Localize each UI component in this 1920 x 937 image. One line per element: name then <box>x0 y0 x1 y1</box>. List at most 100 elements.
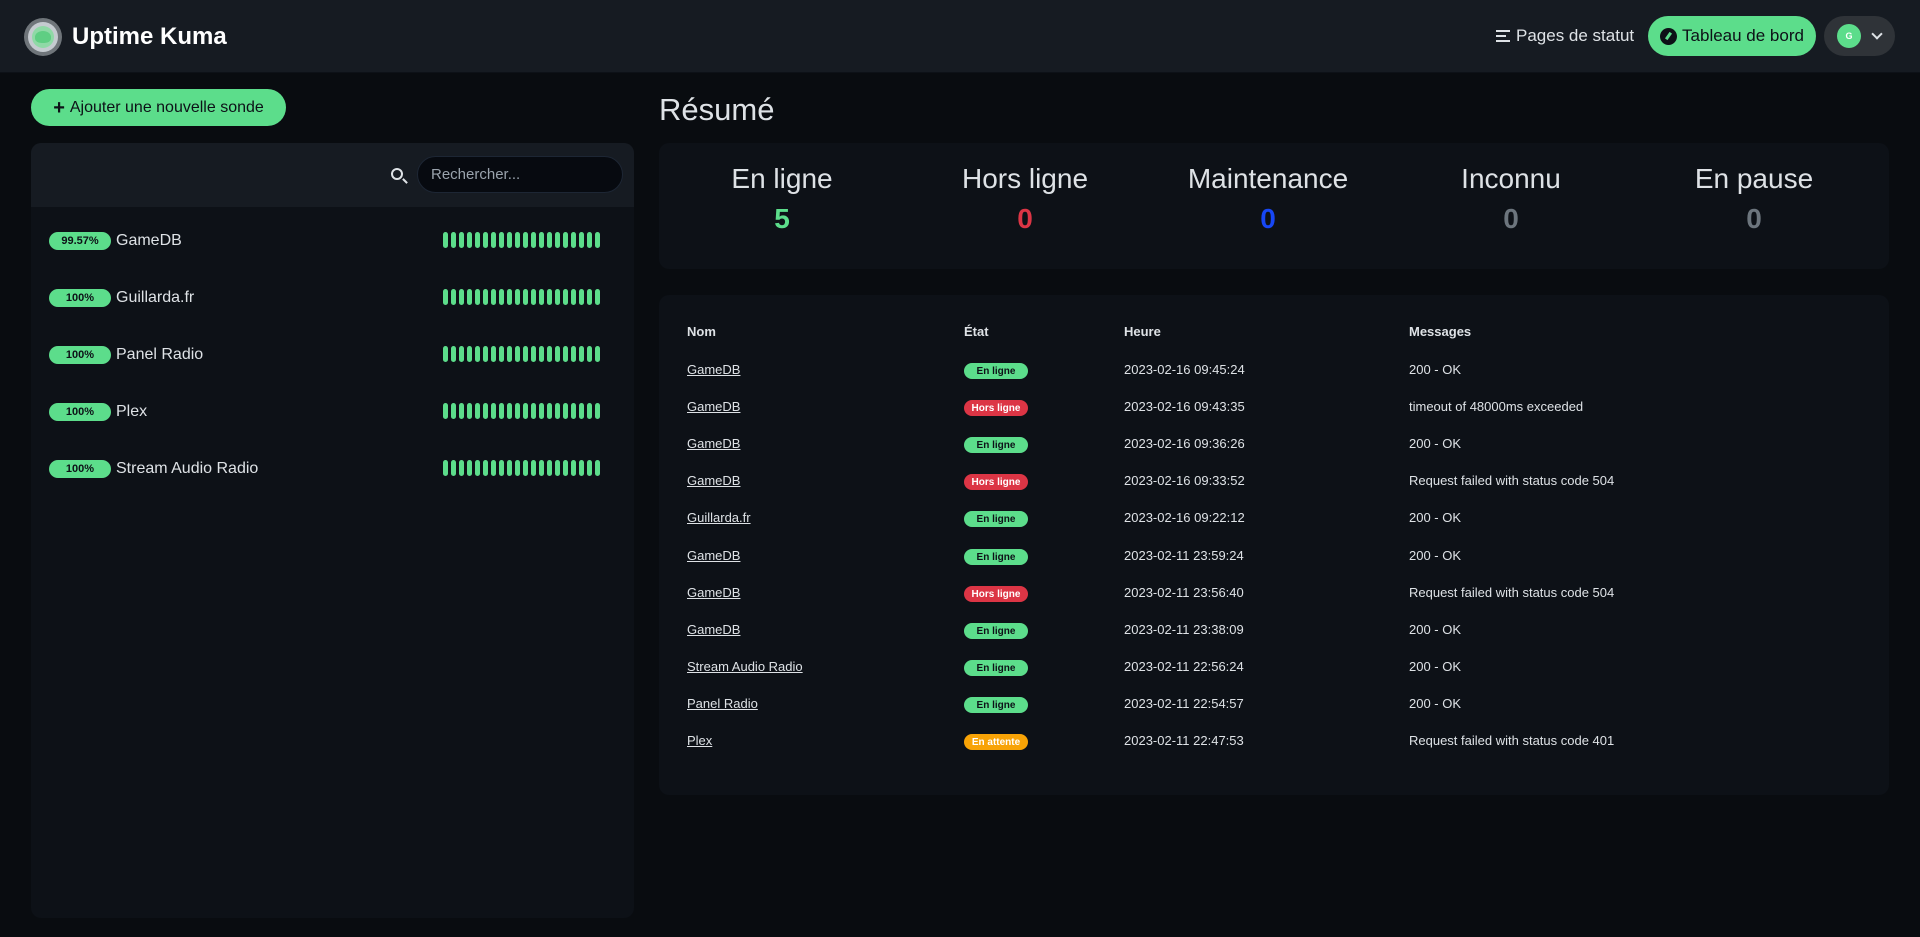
event-message: timeout of 48000ms exceeded <box>1409 399 1584 414</box>
table-row: Plex En attente 2023-02-11 22:47:53 Request… <box>0 731 1920 751</box>
summary-stat: Inconnu 0 <box>1388 163 1634 235</box>
heartbeat-beat <box>475 232 480 248</box>
uptime-kuma-logo-icon <box>24 18 62 56</box>
summary-stat: Maintenance 0 <box>1145 163 1391 235</box>
heartbeat-bar <box>443 232 603 248</box>
monitor-link[interactable]: GameDB <box>687 585 740 600</box>
event-time: 2023-02-11 23:38:09 <box>1124 622 1244 637</box>
status-badge: En ligne <box>964 623 1028 639</box>
heartbeat-bar <box>443 289 603 305</box>
status-pages-link[interactable]: Pages de statut <box>1496 24 1634 48</box>
summary-stat: En ligne 5 <box>659 163 905 235</box>
avatar: G <box>1837 24 1861 48</box>
heartbeat-beat <box>459 289 464 305</box>
monitor-link[interactable]: GameDB <box>687 399 740 414</box>
monitor-list-panel: 99.57%GameDB100%Guillarda.fr100%Panel Ra… <box>31 143 634 918</box>
table-row: Guillarda.fr En ligne 2023-02-16 09:22:12 2… <box>0 508 1920 528</box>
heartbeat-beat <box>499 232 504 248</box>
heartbeat-beat <box>587 289 592 305</box>
heartbeat-beat <box>467 289 472 305</box>
summary-card: En ligne 5 Hors ligne 0 Maintenance 0 Inconnu 0… <box>659 143 1889 269</box>
monitor-search-bar <box>31 143 634 207</box>
heartbeat-beat <box>523 232 528 248</box>
status-pages-label: Pages de statut <box>1516 26 1635 45</box>
event-time: 2023-02-11 22:54:57 <box>1124 696 1244 711</box>
summary-stat-label: Maintenance <box>1187 163 1349 194</box>
event-message: 200 - OK <box>1409 436 1462 451</box>
monitor-link[interactable]: Guillarda.fr <box>687 510 751 525</box>
heartbeat-beat <box>483 232 488 248</box>
summary-stat-value: 0 <box>1503 203 1519 234</box>
table-row: Stream Audio Radio En ligne 2023-02-11 22:… <box>0 657 1920 677</box>
table-row: GameDB En ligne 2023-02-16 09:36:26 200 - O… <box>0 434 1920 454</box>
monitor-link[interactable]: GameDB <box>687 473 740 488</box>
monitor-link[interactable]: GameDB <box>687 436 740 451</box>
column-header-message: Messages <box>1409 324 1472 339</box>
status-badge: En ligne <box>964 697 1028 713</box>
heartbeat-beat <box>587 232 592 248</box>
status-badge: En ligne <box>964 363 1028 379</box>
summary-stat-label: En ligne <box>731 163 833 194</box>
summary-stat-value: 5 <box>774 203 790 234</box>
heartbeat-beat <box>451 232 456 248</box>
heartbeat-beat <box>451 289 456 305</box>
status-badge: En attente <box>964 734 1028 750</box>
heartbeat-beat <box>563 289 568 305</box>
monitor-item[interactable]: 100% Guillarda.fr <box>49 287 619 309</box>
monitor-link[interactable]: GameDB <box>687 622 740 637</box>
heartbeat-beat <box>443 232 448 248</box>
status-badge: En ligne <box>964 511 1028 527</box>
heartbeat-beat <box>563 232 568 248</box>
monitor-name: GameDB <box>116 232 182 249</box>
profile-dropdown[interactable]: G <box>1824 16 1895 56</box>
search-input[interactable] <box>417 156 623 193</box>
status-badge: En ligne <box>964 437 1028 453</box>
brand-link[interactable]: Uptime Kuma <box>24 18 227 56</box>
heartbeat-beat <box>547 289 552 305</box>
table-row: GameDB Hors ligne 2023-02-16 09:33:52 Reque… <box>0 471 1920 491</box>
table-row: GameDB Hors ligne 2023-02-11 23:56:40 Reque… <box>0 583 1920 603</box>
summary-stat-label: Hors ligne <box>961 163 1089 194</box>
event-message: 200 - OK <box>1409 659 1462 674</box>
app-title: Uptime Kuma <box>72 23 227 50</box>
page-title: Résumé <box>659 92 775 127</box>
summary-stat: Hors ligne 0 <box>902 163 1148 235</box>
monitor-link[interactable]: GameDB <box>687 548 740 563</box>
column-header-state: État <box>964 324 989 339</box>
monitor-link[interactable]: GameDB <box>687 362 740 377</box>
monitor-link[interactable]: Panel Radio <box>687 696 758 711</box>
table-row: GameDB En ligne 2023-02-11 23:59:24 200 - O… <box>0 546 1920 566</box>
heartbeat-beat <box>491 232 496 248</box>
column-header-time: Heure <box>1124 324 1161 339</box>
status-badge: Hors ligne <box>964 474 1028 490</box>
heartbeat-beat <box>555 232 560 248</box>
monitor-link[interactable]: Plex <box>687 733 712 748</box>
summary-stat-label: En pause <box>1694 163 1814 194</box>
monitor-link[interactable]: Stream Audio Radio <box>687 659 803 674</box>
heartbeat-beat <box>539 289 544 305</box>
event-message: Request failed with status code 504 <box>1409 473 1615 488</box>
summary-stat: En pause 0 <box>1631 163 1877 235</box>
heartbeat-beat <box>579 232 584 248</box>
table-row: Panel Radio En ligne 2023-02-11 22:54:57 20… <box>0 694 1920 714</box>
monitor-item[interactable]: 99.57% GameDB <box>49 230 619 252</box>
add-monitor-button[interactable]: + Ajouter une nouvelle sonde <box>31 89 286 126</box>
heartbeat-beat <box>443 289 448 305</box>
list-icon <box>1496 27 1510 45</box>
event-message: 200 - OK <box>1409 622 1462 637</box>
event-time: 2023-02-16 09:22:12 <box>1124 510 1245 525</box>
dashboard-button[interactable]: Tableau de bord <box>1648 16 1816 56</box>
event-time: 2023-02-16 09:43:35 <box>1124 399 1245 414</box>
event-time: 2023-02-11 22:56:24 <box>1124 659 1244 674</box>
search-icon <box>391 168 403 180</box>
uptime-badge: 100% <box>49 289 111 307</box>
event-message: Request failed with status code 401 <box>1409 733 1615 748</box>
status-badge: Hors ligne <box>964 400 1028 416</box>
heartbeat-beat <box>467 232 472 248</box>
event-time: 2023-02-16 09:36:26 <box>1124 436 1245 451</box>
summary-stat-value: 0 <box>1260 203 1276 234</box>
heartbeat-beat <box>531 232 536 248</box>
event-time: 2023-02-16 09:33:52 <box>1124 473 1245 488</box>
heartbeat-beat <box>523 289 528 305</box>
gauge-icon <box>1660 27 1678 45</box>
